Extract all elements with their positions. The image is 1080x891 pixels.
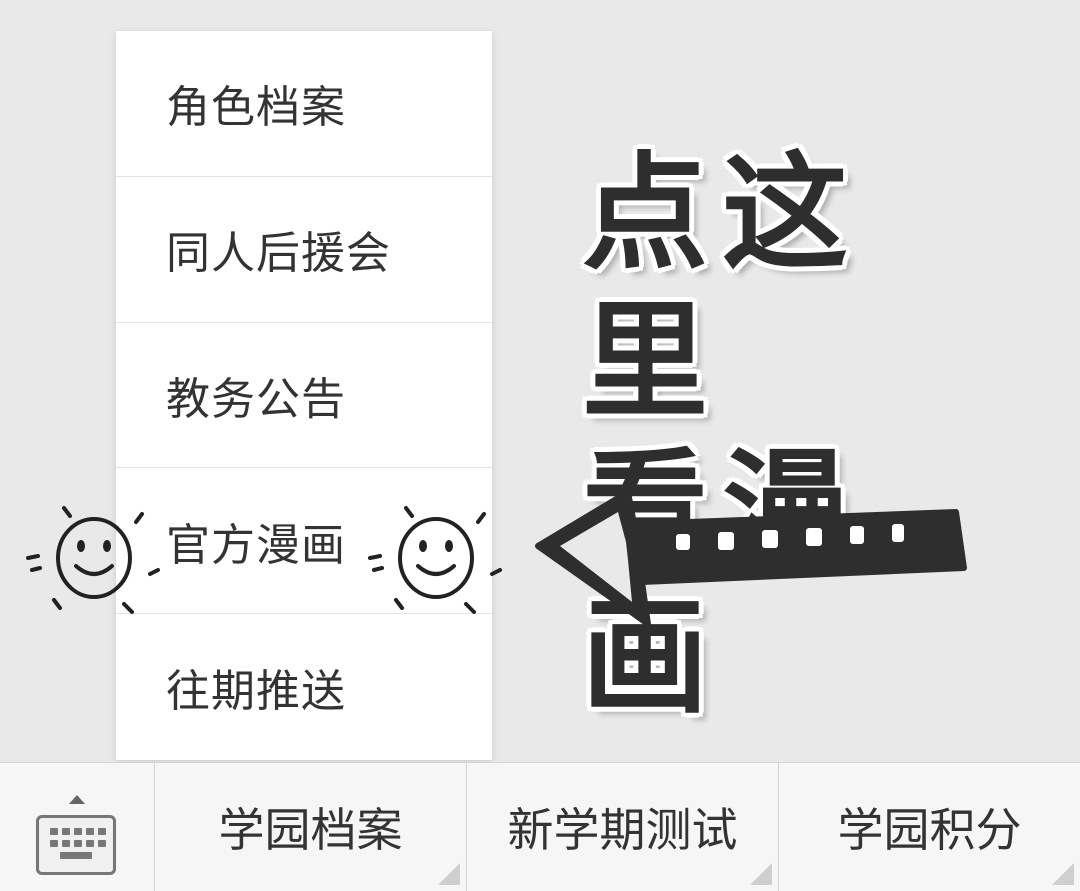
menu-item-label: 角色档案 [166,82,346,134]
menu-item-label: 同人后援会 [166,228,391,280]
smiley-face-icon [368,506,502,614]
keyboard-toggle-button[interactable] [0,763,155,891]
menu-item-label: 教务公告 [166,373,346,425]
menu-item-past-posts[interactable]: 往期推送 [116,614,492,760]
nav-button-academy-points[interactable]: 学园积分 [779,763,1080,891]
callout-text: 点这里 看漫画 [582,140,982,732]
caret-up-icon [69,795,85,804]
menu-item-character-profiles[interactable]: 角色档案 [116,31,492,177]
menu-item-label: 官方漫画 [166,519,346,571]
nav-button-label: 学园档案 [218,803,403,857]
menu-item-label: 往期推送 [166,666,346,718]
menu-item-announcements[interactable]: 教务公告 [116,323,492,469]
submenu-corner-icon [750,863,772,885]
menu-item-fan-club[interactable]: 同人后援会 [116,177,492,323]
callout-line-1: 点这里 [582,140,862,435]
nav-button-new-term-test[interactable]: 新学期测试 [467,763,779,891]
keyboard-icon [36,815,116,875]
left-arrow-icon [535,489,967,627]
submenu-corner-icon [438,863,460,885]
nav-button-label: 学园积分 [837,803,1022,857]
nav-button-academy-profile[interactable]: 学园档案 [155,763,467,891]
smiley-face-icon [26,506,160,614]
nav-button-label: 新学期测试 [507,803,738,857]
popup-menu: 角色档案 同人后援会 教务公告 官方漫画 往期推送 [116,31,492,760]
submenu-corner-icon [1052,863,1074,885]
bottom-menu-bar: 学园档案 新学期测试 学园积分 [0,762,1080,891]
